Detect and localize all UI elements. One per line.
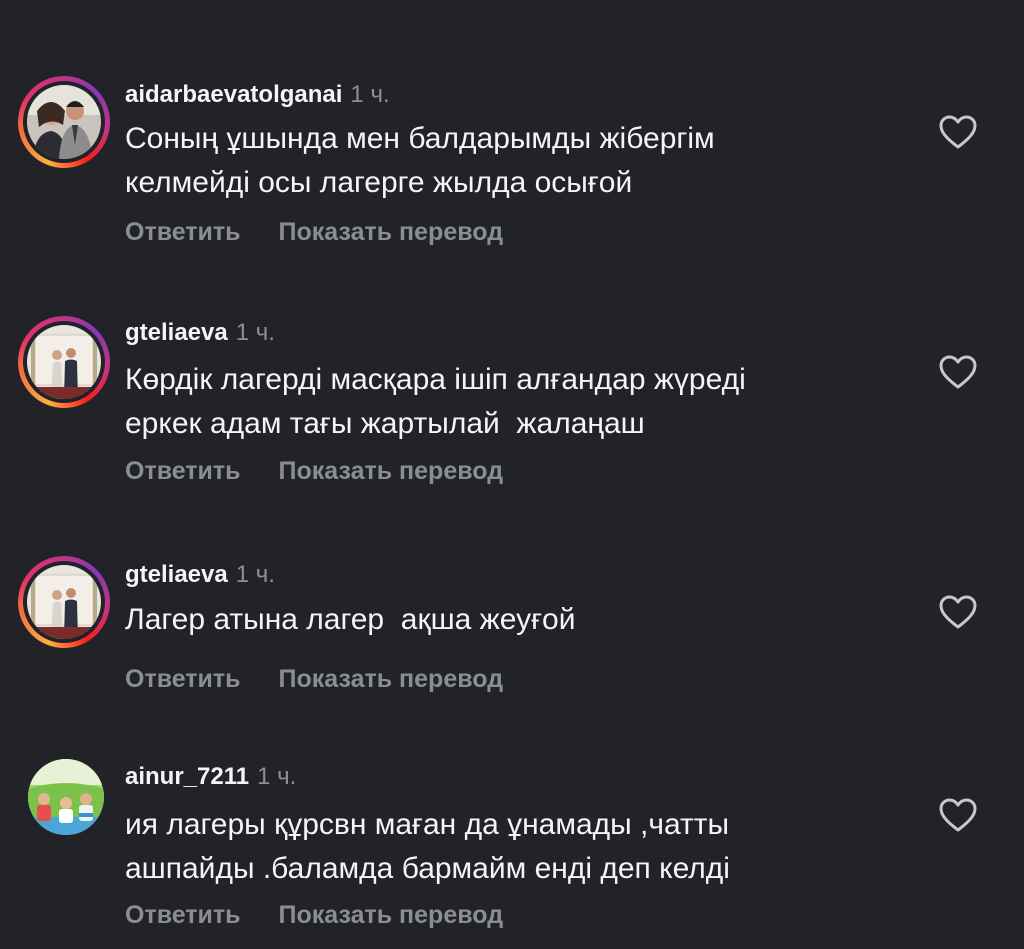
heart-outline-icon[interactable] [938, 114, 978, 150]
reply-button[interactable]: Ответить [125, 665, 241, 693]
timestamp: 1 ч. [235, 319, 275, 346]
couple-photo-icon [27, 565, 101, 639]
avatar[interactable] [18, 316, 110, 408]
comment-header: gteliaeva 1 ч. [125, 560, 275, 590]
children-photo-icon [28, 759, 104, 835]
comment-text: Лагер атына лагер ақша жеуғой [125, 603, 576, 636]
comment-actions: Ответить Показать перевод [125, 217, 503, 247]
reply-button[interactable]: Ответить [125, 218, 241, 246]
comment-actions: Ответить Показать перевод [125, 664, 503, 694]
timestamp: 1 ч. [350, 81, 390, 108]
comment-header: gteliaeva 1 ч. [125, 318, 275, 348]
comment-text: ия лагеры құрсвн маған да ұнамады ,чатты… [125, 808, 730, 885]
timestamp: 1 ч. [235, 561, 275, 588]
heart-outline-icon[interactable] [938, 797, 978, 833]
show-translation-button[interactable]: Показать перевод [279, 901, 504, 929]
username[interactable]: ainur_7211 [125, 763, 249, 790]
reply-button[interactable]: Ответить [125, 901, 241, 929]
heart-outline-icon[interactable] [938, 594, 978, 630]
username[interactable]: gteliaeva [125, 561, 228, 588]
couple-photo-icon [27, 325, 101, 399]
avatar[interactable] [28, 759, 104, 835]
person-photo-icon [27, 85, 101, 159]
comment-header: aidarbaevatolganai 1 ч. [125, 80, 390, 110]
heart-outline-icon[interactable] [938, 354, 978, 390]
avatar[interactable] [18, 556, 110, 648]
reply-button[interactable]: Ответить [125, 457, 241, 485]
comment-header: ainur_7211 1 ч. [125, 762, 296, 792]
username[interactable]: gteliaeva [125, 319, 228, 346]
comment-actions: Ответить Показать перевод [125, 456, 503, 486]
comment-actions: Ответить Показать перевод [125, 900, 503, 930]
timestamp: 1 ч. [257, 763, 297, 790]
show-translation-button[interactable]: Показать перевод [279, 218, 504, 246]
comment-text: Соның ұшында мен балдарымды жібергім кел… [125, 122, 715, 199]
comment-text: Көрдік лагерді масқара ішіп алғандар жүр… [125, 363, 746, 440]
avatar[interactable] [18, 76, 110, 168]
username[interactable]: aidarbaevatolganai [125, 81, 342, 108]
show-translation-button[interactable]: Показать перевод [279, 665, 504, 693]
show-translation-button[interactable]: Показать перевод [279, 457, 504, 485]
